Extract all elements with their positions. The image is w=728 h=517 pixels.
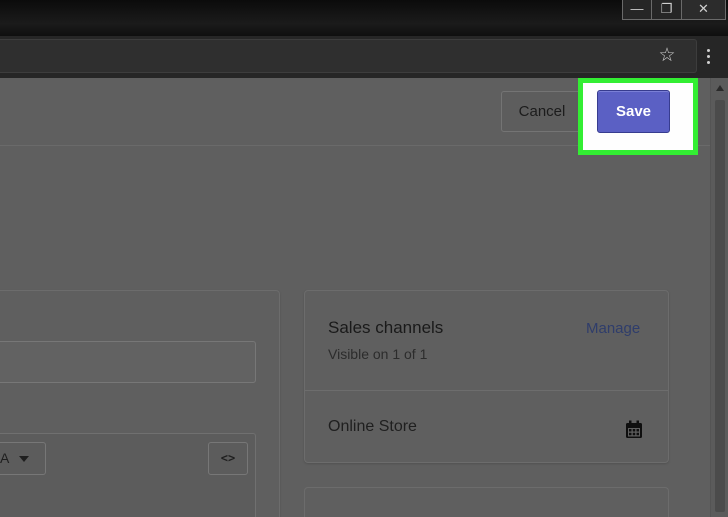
scroll-thumb[interactable] (715, 100, 725, 512)
save-button[interactable]: Save (597, 90, 670, 133)
minimize-button[interactable]: — (622, 0, 652, 20)
address-bar[interactable] (0, 39, 697, 73)
format-value: A (0, 450, 10, 466)
page-content: Cancel Save A <> Sales channels Visible … (0, 78, 710, 517)
restore-button[interactable]: ❐ (652, 0, 682, 20)
star-icon[interactable]: ☆ (656, 45, 678, 67)
organization-card (304, 487, 669, 517)
sales-channels-card: Sales channels Visible on 1 of 1 Manage … (304, 290, 669, 463)
sales-channels-subtitle: Visible on 1 of 1 (328, 346, 428, 362)
code-view-button[interactable]: <> (208, 442, 248, 475)
description-editor[interactable]: A <> (0, 433, 256, 517)
cancel-button[interactable]: Cancel (501, 91, 583, 132)
scroll-up-arrow-icon[interactable] (716, 85, 724, 91)
close-button[interactable]: ✕ (682, 0, 726, 20)
sales-channels-title: Sales channels (328, 318, 444, 337)
title-input[interactable] (0, 341, 256, 383)
channel-online-store: Online Store (328, 418, 417, 435)
kebab-menu-icon[interactable] (701, 45, 715, 67)
format-dropdown[interactable]: A (0, 442, 46, 475)
calendar-icon[interactable] (625, 420, 643, 439)
product-details-card: A <> (0, 290, 280, 517)
page-scrollbar[interactable] (710, 78, 728, 517)
divider (305, 390, 668, 391)
chevron-down-icon (19, 456, 29, 462)
window-controls: — ❐ ✕ (622, 0, 726, 22)
browser-toolbar: ☆ (0, 36, 728, 78)
window-titlebar: — ❐ ✕ (0, 0, 728, 36)
manage-link[interactable]: Manage (586, 320, 640, 337)
page-header: Cancel Save (0, 78, 710, 155)
